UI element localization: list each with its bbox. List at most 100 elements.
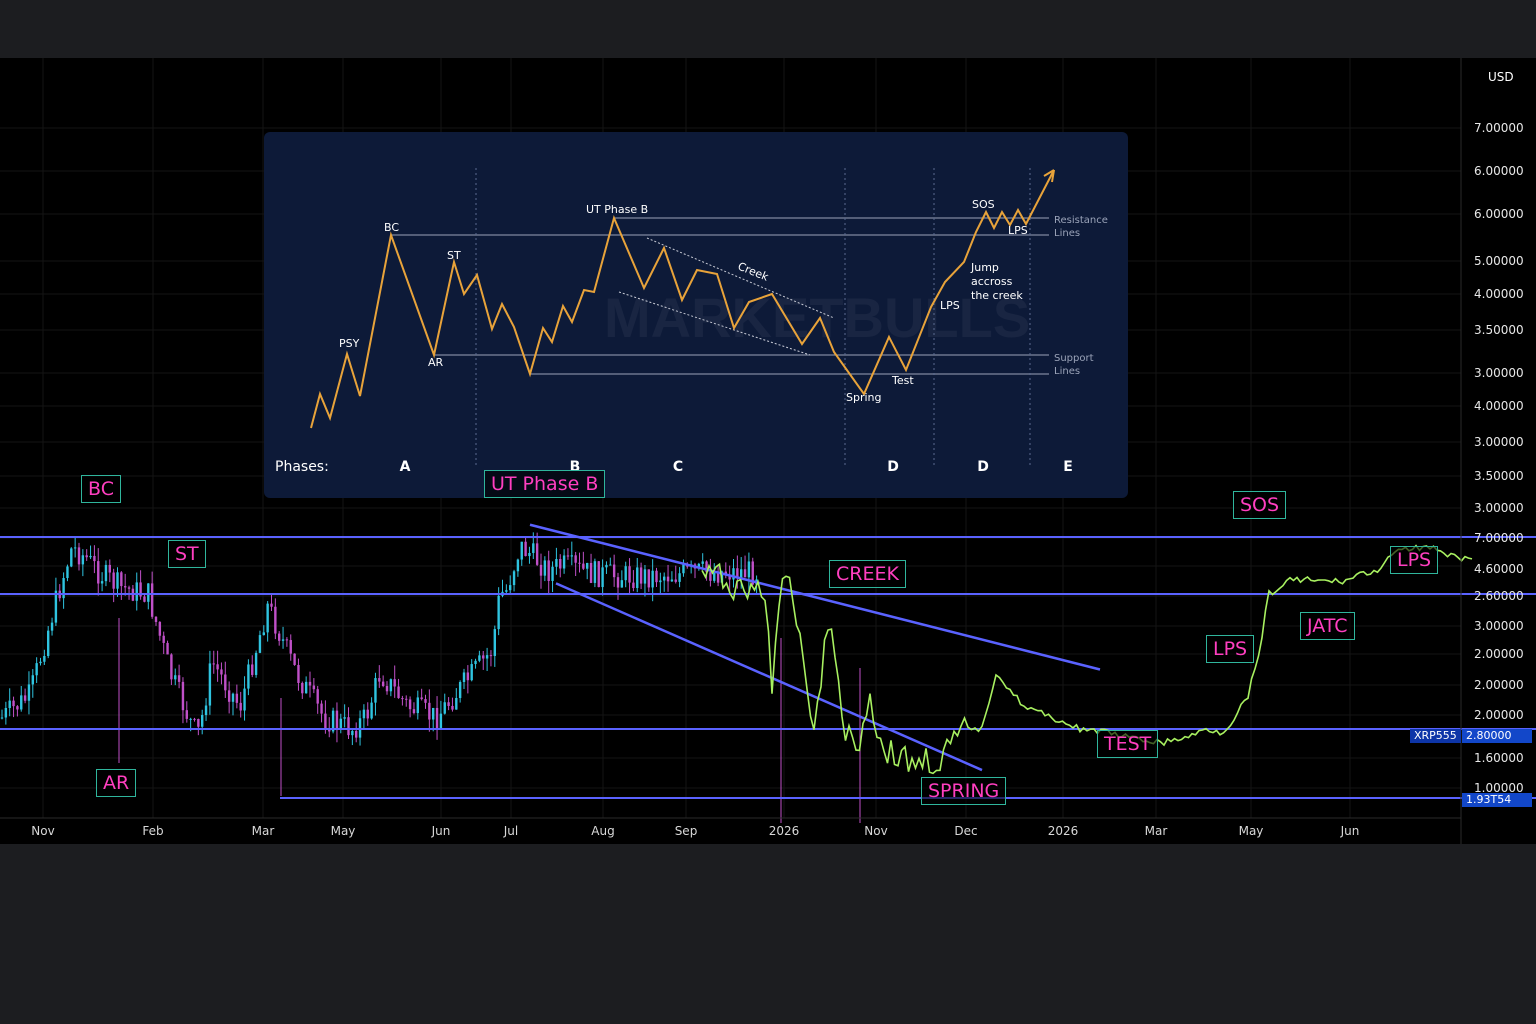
phase-label-2: C (673, 459, 683, 475)
annotation-ut-phase-b: UT Phase B (484, 470, 606, 498)
candle-body (358, 718, 362, 738)
candle-body (227, 690, 231, 702)
candle-body (636, 567, 639, 589)
candle-body (474, 660, 477, 665)
current-price-badge: 2.80000 (1462, 729, 1532, 743)
candle-body (620, 580, 624, 588)
x-tick-label: Jul (503, 824, 519, 838)
candle-body (0, 717, 4, 719)
schematic-label-lps1: LPS (940, 299, 960, 312)
candle-body (66, 566, 69, 579)
candle-body (405, 698, 408, 700)
candle-body (466, 672, 470, 681)
candle-body (520, 541, 523, 560)
candle-body (347, 717, 350, 736)
x-tick-label: 2026 (1047, 824, 1079, 838)
phase-label-5: E (1063, 459, 1073, 475)
wyckoff-schematic-panel: MARKETBULLS PSY BC AR ST UT Phase B Spring Tes… (264, 132, 1128, 498)
symbol-badge: XRP555 (1410, 729, 1461, 743)
candle-body (50, 622, 54, 631)
wyckoff-schematic: MARKETBULLS PSY BC AR ST UT Phase B Spring Tes… (275, 168, 1108, 475)
candle-body (27, 684, 31, 701)
candle-body (701, 561, 704, 564)
candle-body (351, 730, 354, 736)
candle-body (713, 572, 716, 581)
candle-body (370, 702, 373, 719)
candle-body (216, 664, 219, 670)
x-tick-label: Mar (251, 824, 275, 838)
x-tick-label: Dec (954, 824, 978, 838)
candle-body (262, 632, 265, 636)
candle-body (597, 561, 600, 588)
candle-body (235, 693, 239, 703)
y-tick-label: 2.00000 (1474, 647, 1524, 661)
candle-body (612, 564, 616, 578)
candle-body (424, 699, 427, 703)
schematic-label-jump1: Jump (970, 261, 999, 274)
candle-body (81, 555, 85, 565)
candle-body (16, 706, 19, 710)
candle-body (678, 573, 681, 582)
x-tick-label: Jun (1340, 824, 1360, 838)
trend-channel (529, 523, 1101, 772)
candle-body (666, 576, 670, 582)
schematic-label-jump3: the creek (971, 289, 1023, 302)
y-tick-label: 5.00000 (1474, 254, 1524, 268)
candle-body (201, 715, 204, 727)
candle-body (112, 572, 115, 589)
candle-body (104, 564, 108, 582)
candle-body (582, 563, 585, 569)
candle-body (447, 702, 450, 706)
candle-body (4, 707, 8, 718)
candle-body (39, 661, 42, 664)
currency-label: USD (1488, 70, 1514, 84)
candle-body (532, 543, 535, 553)
candle-body (659, 580, 662, 583)
y-tick-label: 2.00000 (1474, 678, 1524, 692)
candle-body (516, 559, 520, 572)
candle-body (278, 633, 281, 641)
candle-body (239, 702, 242, 711)
phase-label-4: D (977, 459, 989, 475)
candle-body (143, 596, 146, 602)
candle-body (366, 709, 369, 719)
candle-body (31, 675, 34, 685)
y-tick-label: 7.00000 (1474, 531, 1524, 545)
candle-body (389, 679, 393, 692)
candle-body (208, 663, 212, 706)
candle-body (512, 571, 516, 586)
candle-body (435, 707, 439, 730)
chart-frame: USD MARKETBULLS PSY BC AR ST UT Phase B Sprin… (0, 58, 1536, 844)
candle-body (320, 703, 323, 714)
candle-body (524, 541, 527, 557)
candle-body (505, 590, 508, 592)
candle-body (285, 639, 289, 641)
candle-body (220, 669, 223, 675)
candle-body (193, 718, 196, 720)
x-tick-label: Nov (31, 824, 55, 838)
channel-upper-line (529, 523, 1101, 671)
candle-body (124, 586, 127, 588)
candle-body (93, 555, 96, 562)
y-tick-label: 3.50000 (1474, 469, 1524, 483)
schematic-label-bc: BC (384, 221, 399, 234)
candle-body (147, 583, 150, 602)
candle-body (578, 562, 581, 564)
candle-body (478, 655, 481, 661)
candle-body (551, 566, 554, 581)
candle-body (293, 653, 296, 665)
y-tick-label: 3.00000 (1474, 619, 1524, 633)
schematic-label-creek: Creek (736, 260, 771, 284)
candle-body (570, 555, 573, 557)
x-tick-label: Jun (431, 824, 451, 838)
candle-body (135, 582, 138, 601)
candle-body (401, 698, 404, 700)
schematic-label-res1: Resistance (1054, 215, 1108, 226)
candle-body (189, 718, 192, 720)
candle-body (439, 713, 443, 730)
candle-body (682, 564, 685, 574)
candle-body (297, 664, 300, 683)
candle-body (528, 552, 531, 557)
schematic-label-ar: AR (428, 356, 444, 369)
candle-body (339, 718, 342, 729)
